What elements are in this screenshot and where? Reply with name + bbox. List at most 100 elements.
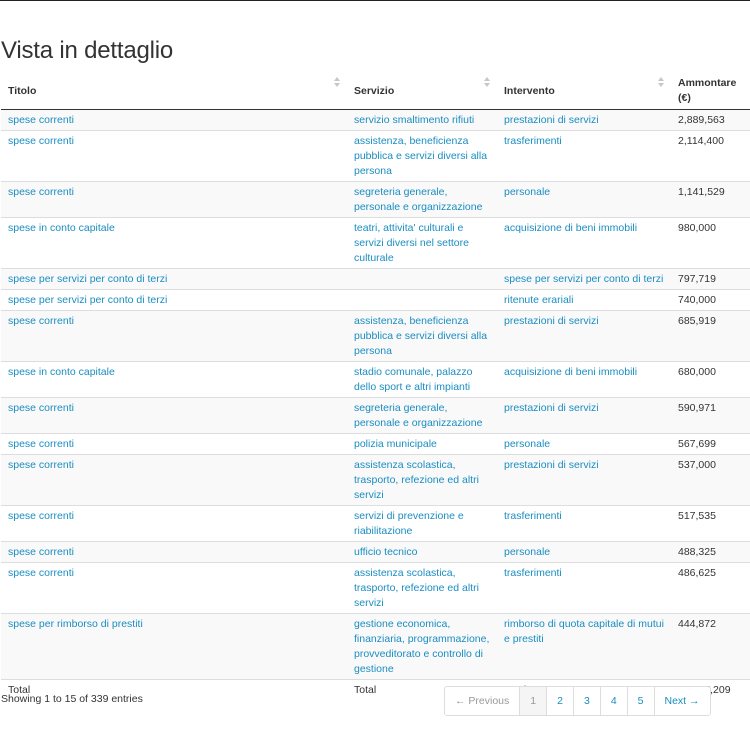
table-row: spese correnti polizia municipale personal… <box>1 433 750 455</box>
cell-servizio: assistenza scolastica, trasporto, refezi… <box>347 454 497 506</box>
titolo-link[interactable]: spese in conto capitale <box>8 222 115 234</box>
cell-titolo: spese correnti <box>1 181 347 218</box>
intervento-link[interactable]: personale <box>504 438 550 450</box>
cell-titolo: spese per rimborso di prestiti <box>1 613 347 680</box>
servizio-link[interactable]: segreteria generale, personale e organiz… <box>354 186 482 213</box>
column-header-titolo[interactable]: Titolo <box>1 72 347 110</box>
cell-titolo: spese correnti <box>1 109 347 131</box>
cell-servizio: assistenza, beneficienza pubblica e serv… <box>347 130 497 182</box>
servizio-link[interactable]: assistenza scolastica, trasporto, refezi… <box>354 459 479 501</box>
column-header-servizio[interactable]: Servizio <box>347 72 497 110</box>
intervento-link[interactable]: spese per servizi per conto di terzi <box>504 273 663 285</box>
intervento-link[interactable]: acquisizione di beni immobili <box>504 222 637 234</box>
servizio-link[interactable]: teatri, attivita' culturali e servizi di… <box>354 222 469 264</box>
page-button-4[interactable]: 4 <box>599 687 627 715</box>
cell-intervento: trasferimenti <box>497 505 671 542</box>
cell-servizio: stadio comunale, palazzo dello sport e a… <box>347 361 497 398</box>
intervento-link[interactable]: trasferimenti <box>504 135 562 147</box>
intervento-link[interactable]: personale <box>504 186 550 198</box>
cell-titolo: spese per servizi per conto di terzi <box>1 289 347 311</box>
column-header-ammontare[interactable]: Ammontare (€) <box>671 72 750 110</box>
cell-servizio: assistenza scolastica, trasporto, refezi… <box>347 562 497 614</box>
titolo-link[interactable]: spese correnti <box>8 567 74 579</box>
cell-servizio: servizi di prevenzione e riabilitazione <box>347 505 497 542</box>
cell-intervento: personale <box>497 541 671 563</box>
page-button-3[interactable]: 3 <box>572 687 600 715</box>
page-button-1[interactable]: 1 <box>519 687 547 715</box>
cell-amount: 444,872 <box>671 613 750 680</box>
intervento-link[interactable]: trasferimenti <box>504 567 562 579</box>
cell-intervento: trasferimenti <box>497 562 671 614</box>
titolo-link[interactable]: spese correnti <box>8 402 74 414</box>
titolo-link[interactable]: spese correnti <box>8 510 74 522</box>
cell-amount: 537,000 <box>671 454 750 506</box>
cell-titolo: spese correnti <box>1 541 347 563</box>
table-row: spese correnti ufficio tecnico personale 48… <box>1 541 750 563</box>
titolo-link[interactable]: spese per rimborso di prestiti <box>8 618 143 630</box>
table-row: spese per rimborso di prestiti gestione e… <box>1 613 750 680</box>
cell-amount: 486,625 <box>671 562 750 614</box>
titolo-link[interactable]: spese in conto capitale <box>8 366 115 378</box>
cell-servizio: polizia municipale <box>347 433 497 455</box>
intervento-link[interactable]: prestazioni di servizi <box>504 114 599 126</box>
cell-amount: 488,325 <box>671 541 750 563</box>
intervento-link[interactable]: prestazioni di servizi <box>504 459 599 471</box>
sort-icon <box>334 77 340 89</box>
cell-servizio: ufficio tecnico <box>347 541 497 563</box>
intervento-link[interactable]: prestazioni di servizi <box>504 402 599 414</box>
intervento-link[interactable]: trasferimenti <box>504 510 562 522</box>
cell-servizio: servizio smaltimento rifiuti <box>347 109 497 131</box>
titolo-link[interactable]: spese per servizi per conto di terzi <box>8 294 167 306</box>
cell-servizio: teatri, attivita' culturali e servizi di… <box>347 217 497 269</box>
cell-servizio <box>347 289 497 311</box>
cell-servizio: segreteria generale, personale e organiz… <box>347 181 497 218</box>
servizio-link[interactable]: segreteria generale, personale e organiz… <box>354 402 482 429</box>
table-row: spese correnti assistenza scolastica, tra… <box>1 454 750 506</box>
cell-titolo: spese correnti <box>1 397 347 434</box>
titolo-link[interactable]: spese correnti <box>8 459 74 471</box>
intervento-link[interactable]: acquisizione di beni immobili <box>504 366 637 378</box>
titolo-link[interactable]: spese per servizi per conto di terzi <box>8 273 167 285</box>
titolo-link[interactable]: spese correnti <box>8 186 74 198</box>
table-row: spese correnti servizi di prevenzione e r… <box>1 505 750 542</box>
servizio-link[interactable]: gestione economica, finanziaria, program… <box>354 618 489 675</box>
cell-titolo: spese correnti <box>1 433 347 455</box>
servizio-link[interactable]: assistenza, beneficienza pubblica e serv… <box>354 135 487 177</box>
column-header-label: Servizio <box>354 84 395 97</box>
column-header-label: Intervento <box>504 84 555 97</box>
titolo-link[interactable]: spese correnti <box>8 114 74 126</box>
page-button-5[interactable]: 5 <box>626 687 654 715</box>
previous-page-button[interactable]: ← Previous <box>445 687 520 715</box>
titolo-link[interactable]: spese correnti <box>8 135 74 147</box>
cell-amount: 980,000 <box>671 217 750 269</box>
cell-titolo: spese per servizi per conto di terzi <box>1 268 347 290</box>
cell-amount: 2,889,563 <box>671 109 750 131</box>
servizio-link[interactable]: ufficio tecnico <box>354 546 417 558</box>
cell-servizio: assistenza, beneficienza pubblica e serv… <box>347 310 497 362</box>
intervento-link[interactable]: personale <box>504 546 550 558</box>
cell-servizio: segreteria generale, personale e organiz… <box>347 397 497 434</box>
detail-table: Titolo Servizio Intervento Ammontare (€)… <box>1 72 750 700</box>
servizio-link[interactable]: assistenza scolastica, trasporto, refezi… <box>354 567 479 609</box>
intervento-link[interactable]: rimborso di quota capitale di mutui e pr… <box>504 618 664 645</box>
titolo-link[interactable]: spese correnti <box>8 546 74 558</box>
servizio-link[interactable]: stadio comunale, palazzo dello sport e a… <box>354 366 473 393</box>
table-row: spese correnti segreteria generale, perso… <box>1 181 750 218</box>
servizio-link[interactable]: polizia municipale <box>354 438 437 450</box>
cell-titolo: spese in conto capitale <box>1 361 347 398</box>
servizio-link[interactable]: servizio smaltimento rifiuti <box>354 114 474 126</box>
servizio-link[interactable]: servizi di prevenzione e riabilitazione <box>354 510 464 537</box>
titolo-link[interactable]: spese correnti <box>8 438 74 450</box>
servizio-link[interactable]: assistenza, beneficienza pubblica e serv… <box>354 315 487 357</box>
page-button-2[interactable]: 2 <box>546 687 573 715</box>
intervento-link[interactable]: ritenute erariali <box>504 294 573 306</box>
intervento-link[interactable]: prestazioni di servizi <box>504 315 599 327</box>
cell-intervento: acquisizione di beni immobili <box>497 217 671 269</box>
cell-amount: 517,535 <box>671 505 750 542</box>
column-header-intervento[interactable]: Intervento <box>497 72 671 110</box>
page-title: Vista in dettaglio <box>1 37 174 64</box>
next-page-button[interactable]: Next → <box>653 687 710 715</box>
entries-info: Showing 1 to 15 of 339 entries <box>1 693 143 705</box>
pagination: ← Previous 1 2 3 4 5 Next → <box>444 686 711 716</box>
titolo-link[interactable]: spese correnti <box>8 315 74 327</box>
